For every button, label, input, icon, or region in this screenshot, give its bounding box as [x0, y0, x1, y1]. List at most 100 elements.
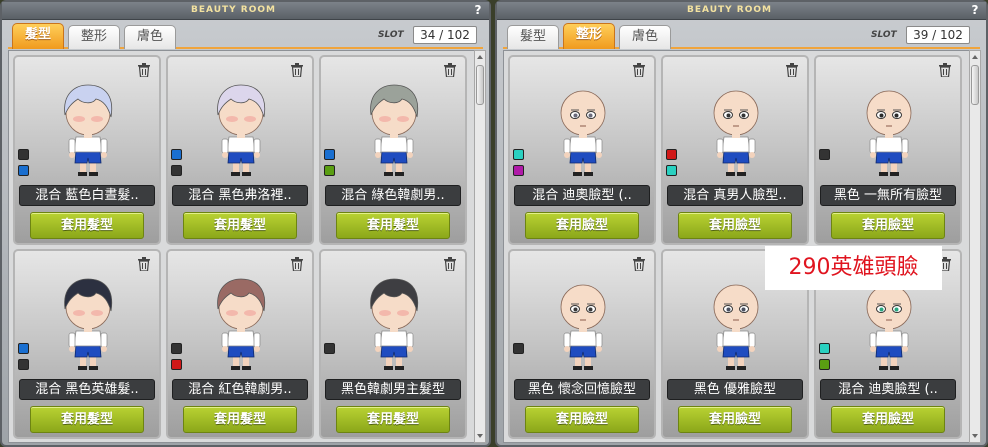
- face-name: 黑色 優雅臉型: [667, 379, 803, 400]
- tab-skin[interactable]: 膚色: [619, 25, 671, 49]
- face-card[interactable]: 黑色 一無所有臉型套用臉型: [814, 55, 962, 245]
- trash-icon[interactable]: [444, 62, 456, 78]
- help-icon[interactable]: ?: [471, 3, 485, 18]
- scroll-thumb[interactable]: [476, 65, 484, 105]
- title-bar[interactable]: BEAUTY ROOM ?: [497, 2, 986, 20]
- slot-count: 34 / 102: [413, 26, 477, 44]
- slot-label: SLOT: [378, 30, 404, 40]
- color-swatch[interactable]: [171, 149, 182, 160]
- window-title: BEAUTY ROOM: [687, 5, 772, 15]
- character-preview: [358, 79, 430, 179]
- color-swatch[interactable]: [513, 149, 524, 160]
- color-swatch[interactable]: [513, 343, 524, 354]
- color-swatch[interactable]: [819, 359, 830, 370]
- face-card[interactable]: 混合 真男人臉型.. 套用臉型: [661, 55, 809, 245]
- apply-hair-button[interactable]: 套用髮型: [336, 406, 450, 433]
- hair-card[interactable]: 混合 紅色韓劇男.. 套用髮型: [166, 249, 314, 439]
- tab-bar: 髮型 整形 膚色 SLOT 39 / 102: [503, 23, 980, 49]
- face-name: 黑色 一無所有臉型: [820, 185, 956, 206]
- title-bar[interactable]: BEAUTY ROOM ?: [2, 2, 489, 20]
- scroll-down-icon[interactable]: [972, 434, 978, 438]
- scroll-up-icon[interactable]: [477, 55, 483, 59]
- face-name: 混合 真男人臉型..: [667, 185, 803, 206]
- scroll-thumb[interactable]: [971, 65, 979, 105]
- face-name: 混合 迪奧臉型 (..: [514, 185, 650, 206]
- trash-icon[interactable]: [138, 62, 150, 78]
- face-card[interactable]: 混合 迪奧臉型 (.. 套用臉型: [508, 55, 656, 245]
- trash-icon[interactable]: [291, 62, 303, 78]
- color-swatch[interactable]: [819, 149, 830, 160]
- hair-name: 混合 紅色韓劇男..: [172, 379, 308, 400]
- hair-card[interactable]: 混合 黑色英雄髮.. 套用髮型: [13, 249, 161, 439]
- tab-skin[interactable]: 膚色: [124, 25, 176, 49]
- apply-face-button[interactable]: 套用臉型: [525, 406, 639, 433]
- scrollbar[interactable]: [474, 50, 486, 443]
- apply-face-button[interactable]: 套用臉型: [831, 212, 945, 239]
- trash-icon[interactable]: [444, 256, 456, 272]
- character-preview: [358, 273, 430, 373]
- color-swatch[interactable]: [324, 343, 335, 354]
- character-preview: [205, 79, 277, 179]
- color-swatch[interactable]: [18, 359, 29, 370]
- color-swatch[interactable]: [819, 343, 830, 354]
- apply-hair-button[interactable]: 套用髮型: [183, 212, 297, 239]
- scrollbar[interactable]: [969, 50, 981, 443]
- slot-label: SLOT: [871, 30, 897, 40]
- color-swatch[interactable]: [18, 165, 29, 176]
- tab-face[interactable]: 整形: [68, 25, 120, 49]
- scroll-up-icon[interactable]: [972, 55, 978, 59]
- beauty-room-window-face: BEAUTY ROOM ? 髮型 整形 膚色 SLOT 39 / 102 混合 …: [495, 0, 988, 447]
- color-swatch[interactable]: [666, 165, 677, 176]
- apply-hair-button[interactable]: 套用髮型: [30, 406, 144, 433]
- face-name: 混合 迪奧臉型 (..: [820, 379, 956, 400]
- hair-name: 混合 黑色弗洛裡..: [172, 185, 308, 206]
- color-swatch[interactable]: [18, 149, 29, 160]
- hair-card[interactable]: 混合 黑色弗洛裡.. 套用髮型: [166, 55, 314, 245]
- hair-card[interactable]: 混合 綠色韓劇男.. 套用髮型: [319, 55, 467, 245]
- color-swatch[interactable]: [171, 343, 182, 354]
- trash-icon[interactable]: [939, 62, 951, 78]
- color-swatch[interactable]: [324, 165, 335, 176]
- character-preview: [547, 79, 619, 179]
- window-title: BEAUTY ROOM: [191, 5, 276, 15]
- character-preview: [853, 79, 925, 179]
- apply-hair-button[interactable]: 套用髮型: [336, 212, 450, 239]
- apply-hair-button[interactable]: 套用髮型: [183, 406, 297, 433]
- apply-face-button[interactable]: 套用臉型: [678, 212, 792, 239]
- trash-icon[interactable]: [786, 62, 798, 78]
- tab-hair[interactable]: 髮型: [507, 25, 559, 49]
- character-preview: [52, 273, 124, 373]
- scroll-down-icon[interactable]: [477, 434, 483, 438]
- face-card[interactable]: 黑色 懷念回憶臉型套用臉型: [508, 249, 656, 439]
- color-swatch[interactable]: [171, 165, 182, 176]
- color-swatch[interactable]: [666, 149, 677, 160]
- apply-face-button[interactable]: 套用臉型: [525, 212, 639, 239]
- trash-icon[interactable]: [138, 256, 150, 272]
- color-swatch[interactable]: [324, 149, 335, 160]
- apply-face-button[interactable]: 套用臉型: [831, 406, 945, 433]
- slot-count: 39 / 102: [906, 26, 970, 44]
- face-name: 黑色 懷念回憶臉型: [514, 379, 650, 400]
- beauty-room-window-hair: BEAUTY ROOM ? 髮型 整形 膚色 SLOT 34 / 102 混合 …: [0, 0, 491, 447]
- item-grid: 混合 藍色白晝髮.. 套用髮型 混合 黑色弗洛裡.. 套用髮型 混合 綠色韓劇男.. 套用…: [8, 50, 478, 443]
- color-swatch[interactable]: [513, 165, 524, 176]
- apply-hair-button[interactable]: 套用髮型: [30, 212, 144, 239]
- hair-card[interactable]: 混合 藍色白晝髮.. 套用髮型: [13, 55, 161, 245]
- character-preview: [700, 79, 772, 179]
- tab-hair[interactable]: 髮型: [12, 23, 64, 49]
- trash-icon[interactable]: [291, 256, 303, 272]
- hair-name: 黑色韓劇男主髮型: [325, 379, 461, 400]
- character-preview: [547, 273, 619, 373]
- character-preview: [52, 79, 124, 179]
- tab-face[interactable]: 整形: [563, 23, 615, 49]
- annotation-label: 290英雄頭臉: [765, 246, 942, 290]
- trash-icon[interactable]: [633, 256, 645, 272]
- hair-name: 混合 藍色白晝髮..: [19, 185, 155, 206]
- apply-face-button[interactable]: 套用臉型: [678, 406, 792, 433]
- help-icon[interactable]: ?: [968, 3, 982, 18]
- trash-icon[interactable]: [633, 62, 645, 78]
- color-swatch[interactable]: [18, 343, 29, 354]
- hair-card[interactable]: 黑色韓劇男主髮型套用髮型: [319, 249, 467, 439]
- color-swatch[interactable]: [171, 359, 182, 370]
- tab-bar: 髮型 整形 膚色 SLOT 34 / 102: [8, 23, 483, 49]
